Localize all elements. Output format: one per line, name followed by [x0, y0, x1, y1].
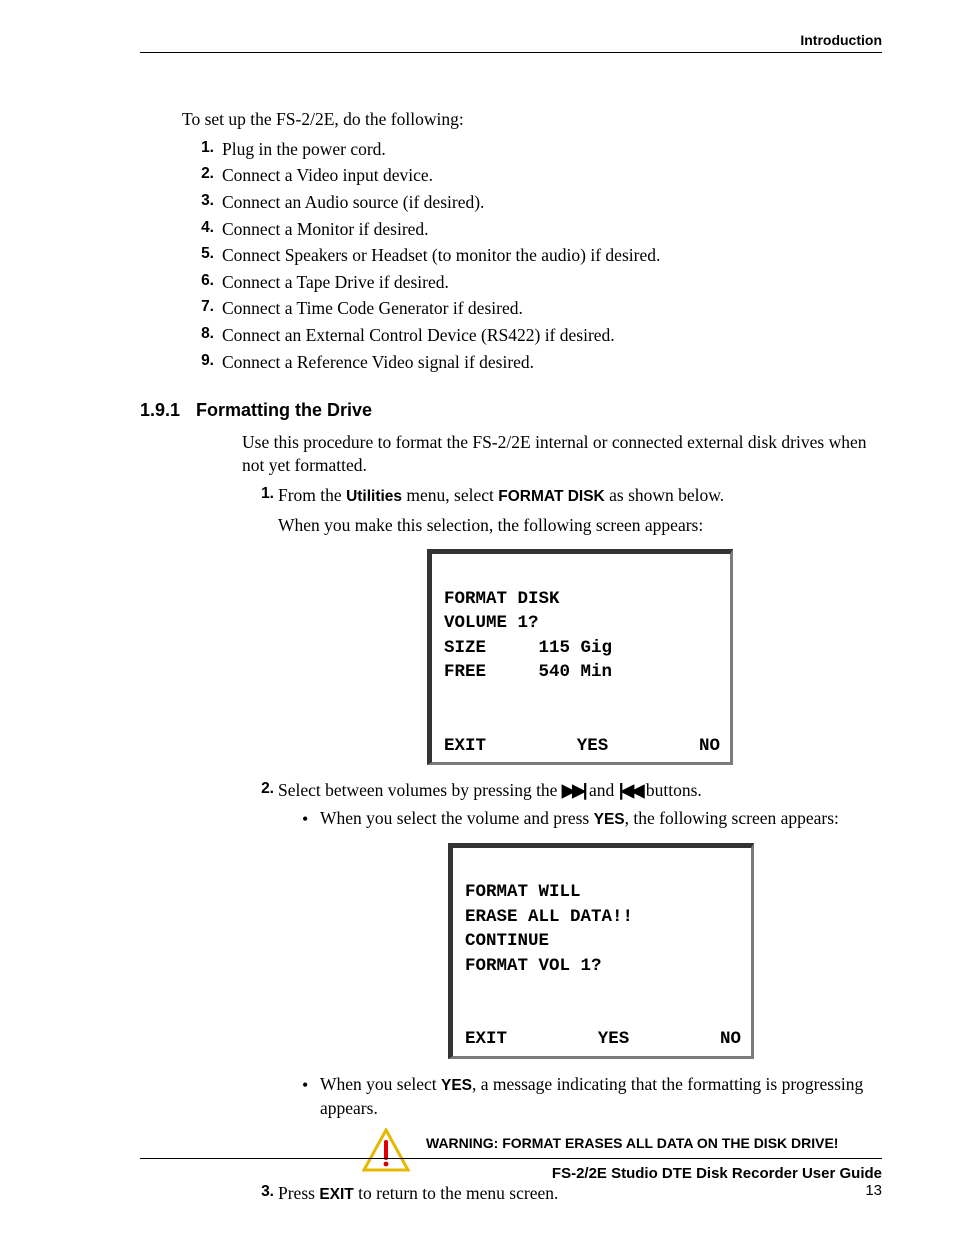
setup-step-7: 7.Connect a Time Code Generator if desir…: [218, 297, 882, 321]
subsection-heading: 1.9.1Formatting the Drive: [140, 398, 882, 422]
step2-bullet-1: When you select the volume and press YES…: [320, 807, 882, 1059]
procedure-step-1: 1. From the Utilities menu, select FORMA…: [278, 484, 882, 766]
setup-step-9: 9.Connect a Reference Video signal if de…: [218, 351, 882, 375]
footer-title: FS-2/2E Studio DTE Disk Recorder User Gu…: [140, 1165, 882, 1182]
setup-step-1: 1.Plug in the power cord.: [218, 138, 882, 162]
procedure-steps: 1. From the Utilities menu, select FORMA…: [182, 484, 882, 1207]
rewind-icon: |◀◀: [619, 780, 642, 800]
setup-step-6: 6.Connect a Tape Drive if desired.: [218, 271, 882, 295]
header-rule: [140, 52, 882, 53]
intro-paragraph: To set up the FS-2/2E, do the following:: [182, 108, 882, 132]
format-intro-paragraph: Use this procedure to format the FS-2/2E…: [242, 431, 882, 478]
warning-text: WARNING: FORMAT ERASES ALL DATA ON THE D…: [426, 1128, 882, 1153]
header-section: Introduction: [140, 32, 882, 48]
step2-bullets: When you select the volume and press YES…: [278, 807, 882, 1172]
setup-step-3: 3.Connect an Audio source (if desired).: [218, 191, 882, 215]
setup-step-8: 8.Connect an External Control Device (RS…: [218, 324, 882, 348]
lcd-screen-format-disk: FORMAT DISK VOLUME 1? SIZE 115 Gig FREE …: [427, 549, 733, 765]
subsection-title: Formatting the Drive: [196, 400, 372, 420]
page-footer: FS-2/2E Studio DTE Disk Recorder User Gu…: [140, 1158, 882, 1199]
lcd-screen-confirm-format: FORMAT WILL ERASE ALL DATA!! CONTINUE FO…: [448, 843, 754, 1059]
setup-steps-list: 1.Plug in the power cord. 2.Connect a Vi…: [182, 138, 882, 375]
setup-step-2: 2.Connect a Video input device.: [218, 164, 882, 188]
setup-step-4: 4.Connect a Monitor if desired.: [218, 218, 882, 242]
footer-page-number: 13: [140, 1182, 882, 1199]
setup-step-5: 5.Connect Speakers or Headset (to monito…: [218, 244, 882, 268]
procedure-step-2: 2. Select between volumes by pressing th…: [278, 779, 882, 1172]
fast-forward-icon: ▶▶|: [562, 780, 585, 800]
subsection-number: 1.9.1: [140, 398, 196, 422]
